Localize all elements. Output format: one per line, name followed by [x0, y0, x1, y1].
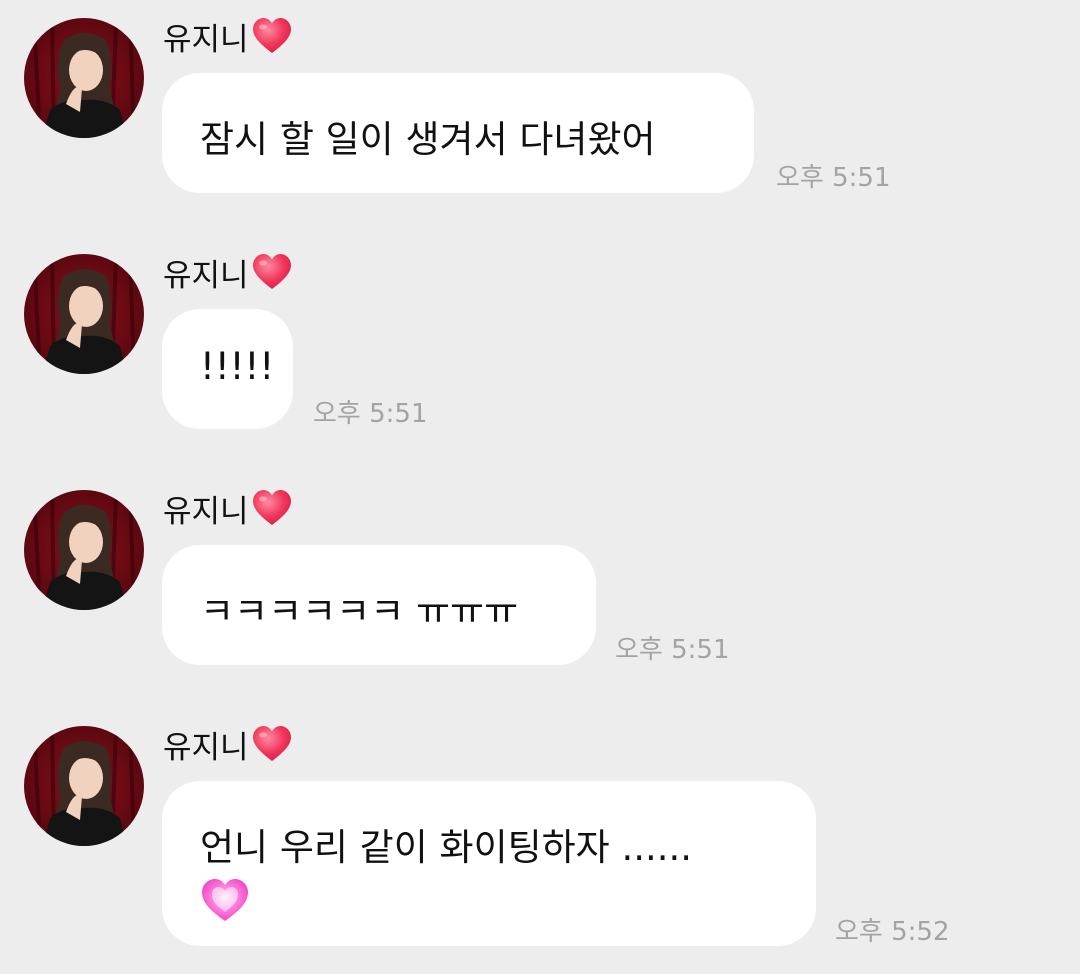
avatar[interactable]: [24, 254, 144, 374]
message-text: ㅋㅋㅋㅋㅋㅋ ㅠㅠㅠ: [200, 590, 519, 633]
red-heart-icon: [251, 16, 293, 56]
message-time: 오후 5:51: [776, 163, 891, 193]
sender-name: 유지니: [163, 724, 293, 766]
message-text: !!!!!: [200, 345, 275, 388]
message-time: 오후 5:51: [313, 399, 428, 429]
message-time: 오후 5:52: [835, 917, 950, 947]
sender-name: 유지니: [163, 252, 293, 294]
sender-name: 유지니: [163, 488, 293, 530]
pink-heart-icon: [200, 877, 250, 923]
avatar[interactable]: [24, 18, 144, 138]
message-bubble[interactable]: ㅋㅋㅋㅋㅋㅋ ㅠㅠㅠ: [162, 545, 596, 665]
message-text: 잠시 할 일이 생겨서 다녀왔어: [200, 118, 656, 161]
sender-name-text: 유지니: [163, 21, 249, 58]
message-time: 오후 5:51: [615, 635, 730, 665]
red-heart-icon: [251, 724, 293, 764]
sender-name-text: 유지니: [163, 257, 249, 294]
avatar[interactable]: [24, 726, 144, 846]
sender-name-text: 유지니: [163, 729, 249, 766]
message-bubble[interactable]: !!!!!: [162, 309, 293, 429]
sender-name: 유지니: [163, 16, 293, 58]
message-text: 언니 우리 같이 화이팅하자 ......: [200, 826, 693, 869]
message-bubble[interactable]: 잠시 할 일이 생겨서 다녀왔어: [162, 73, 754, 193]
avatar[interactable]: [24, 490, 144, 610]
red-heart-icon: [251, 252, 293, 292]
message-bubble[interactable]: 언니 우리 같이 화이팅하자 ......: [162, 781, 816, 946]
red-heart-icon: [251, 488, 293, 528]
sender-name-text: 유지니: [163, 493, 249, 530]
